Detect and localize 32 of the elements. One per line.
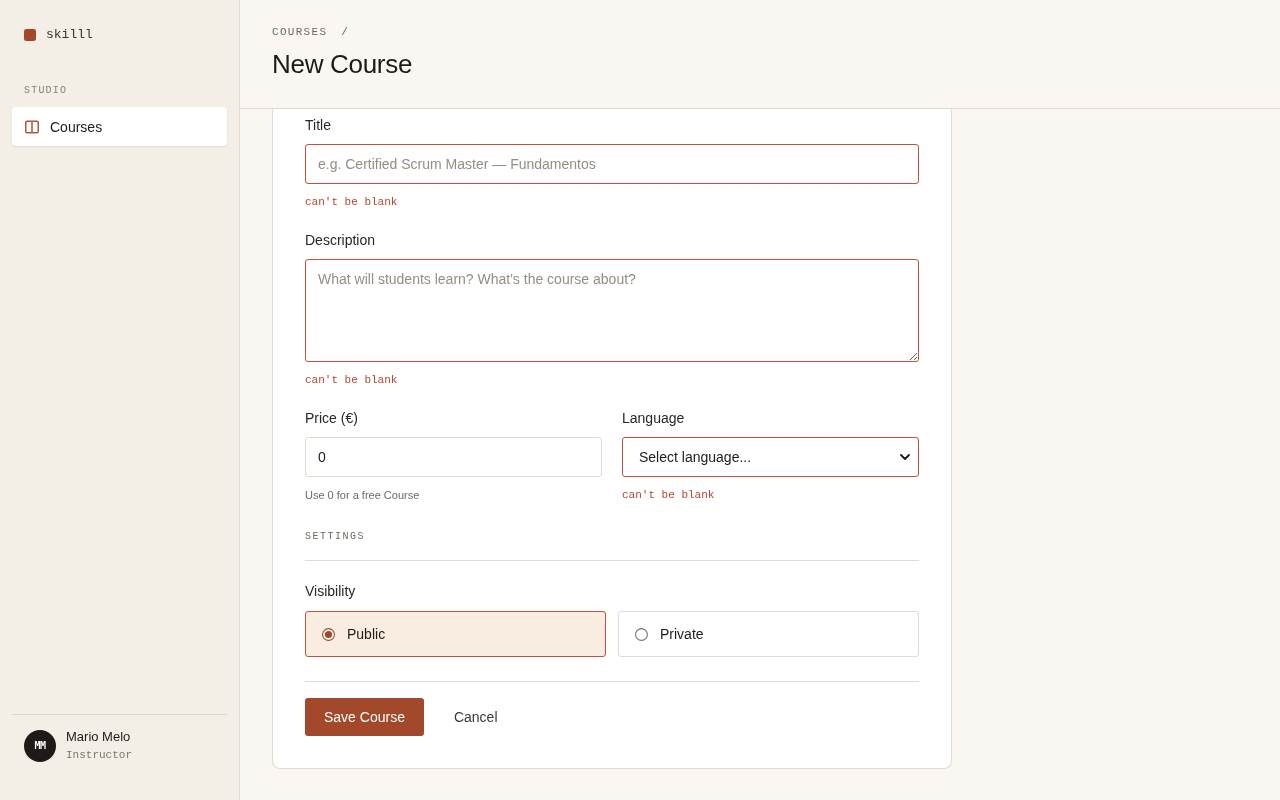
- book-icon: [25, 119, 39, 134]
- radio-option[interactable]: Private: [618, 611, 919, 657]
- cancel-button[interactable]: Cancel: [441, 698, 510, 736]
- number-input[interactable]: 0: [305, 437, 602, 477]
- breadcrumb-separator: /: [341, 25, 348, 39]
- radio-empty-icon: [635, 627, 648, 641]
- field-label: Visibility: [305, 583, 357, 600]
- nav-item[interactable]: Courses: [12, 107, 227, 146]
- error-message: can't be blank: [305, 373, 399, 387]
- user-name: Mario Melo: [66, 729, 132, 745]
- chevron-down-icon: [900, 454, 910, 460]
- textarea-input[interactable]: What will students learn? What's the course about?: [305, 259, 919, 362]
- select-dropdown[interactable]: Select language...: [622, 437, 919, 477]
- field-label: Price (€): [305, 410, 359, 427]
- user-role: Instructor: [66, 748, 132, 762]
- error-message: can't be blank: [305, 195, 399, 209]
- radio-option[interactable]: Public: [305, 611, 606, 657]
- breadcrumb-link[interactable]: COURSES: [272, 25, 328, 39]
- field-hint: Use 0 for a free Course: [305, 488, 421, 502]
- error-message: can't be blank: [622, 488, 716, 502]
- section-heading: SETTINGS: [305, 530, 366, 543]
- field-label: Title: [305, 117, 332, 134]
- section-label: STUDIO: [24, 84, 69, 97]
- brand-name: skilll: [46, 27, 93, 43]
- page-title: New Course: [272, 49, 414, 80]
- field-label: Language: [622, 410, 686, 427]
- save-button[interactable]: Save Course: [305, 698, 424, 736]
- field-label: Description: [305, 232, 377, 249]
- text-input[interactable]: e.g. Certified Scrum Master — Fundamentos: [305, 144, 919, 184]
- logo-square-icon: [24, 29, 36, 41]
- avatar: MM: [24, 729, 56, 762]
- radio-checked-icon: [322, 627, 335, 641]
